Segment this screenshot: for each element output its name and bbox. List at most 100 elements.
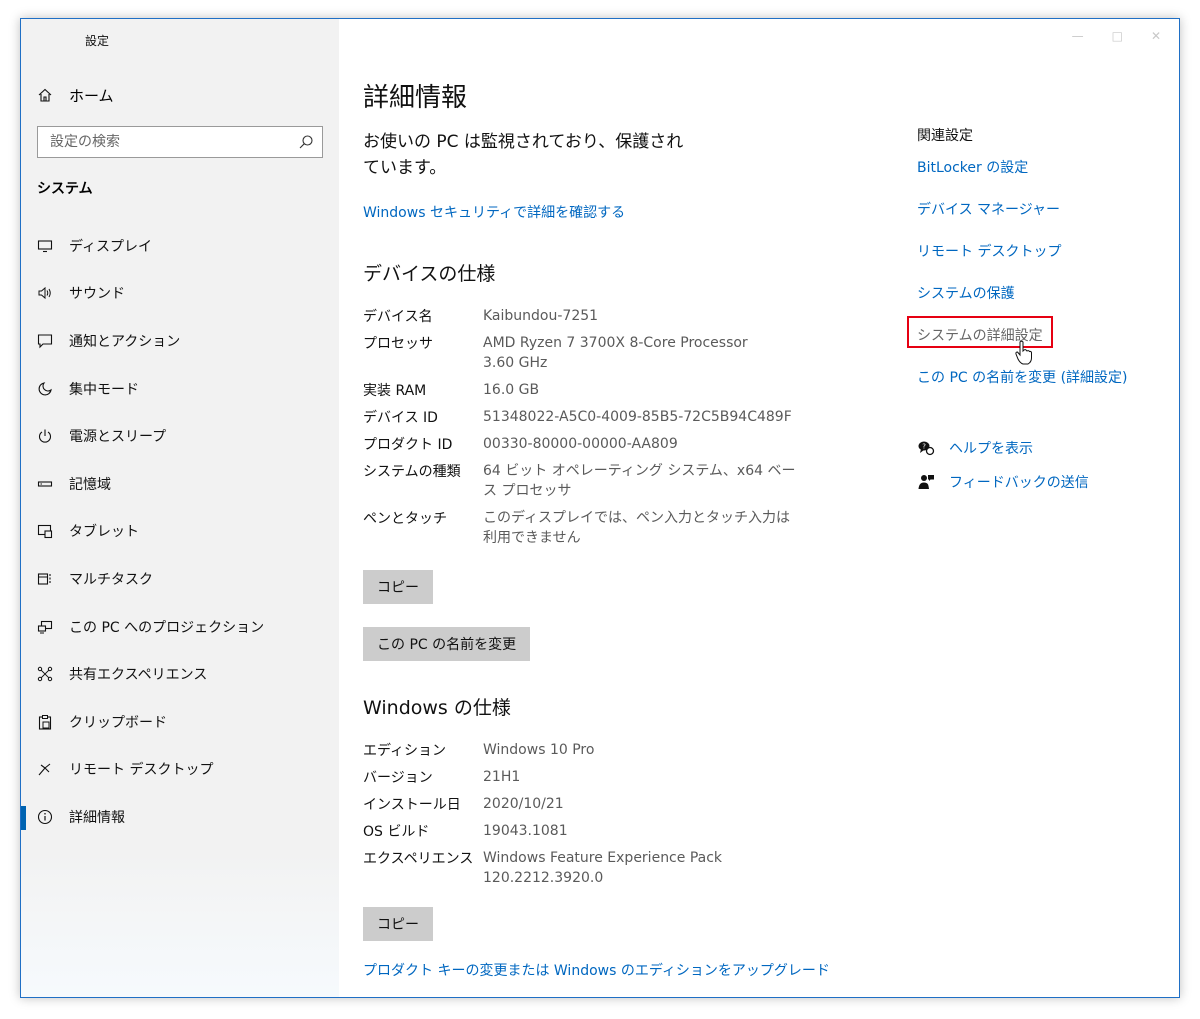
tablet-icon [37, 525, 53, 539]
windows-spec-table: エディション Windows 10 Pro バージョン 21H1 インストール日… [363, 740, 813, 895]
spec-value: 64 ビット オペレーティング システム、x64 ベース プロセッサ [483, 463, 796, 499]
close-icon[interactable]: ✕ [1151, 29, 1161, 43]
remote-icon [38, 763, 51, 776]
link-label[interactable]: リモート デスクトップ [917, 241, 1061, 261]
maximize-icon[interactable]: □ [1112, 29, 1123, 43]
spec-key: デバイス ID [363, 410, 438, 426]
sidebar-item-shared-experience[interactable]: 共有エクスペリエンス [21, 650, 339, 698]
device-spec-heading: デバイスの仕様 [363, 263, 496, 285]
minimize-icon[interactable]: — [1072, 29, 1084, 43]
spec-row: デバイス名 Kaibundou-7251 [363, 306, 813, 326]
sidebar-item-label: ディスプレイ [69, 238, 153, 255]
main-content: — □ ✕ 詳細情報 お使いの PC は監視されており、保護されています。 Wi… [339, 19, 1179, 997]
sidebar-item-sound[interactable]: サウンド [21, 270, 339, 318]
feedback-label[interactable]: フィードバックの送信 [949, 472, 1089, 492]
notification-icon [37, 334, 53, 349]
advanced-system-settings-link[interactable]: システムの詳細設定 [917, 325, 1157, 367]
sidebar-item-focus[interactable]: 集中モード [21, 365, 339, 413]
spec-key: インストール日 [363, 797, 461, 813]
feedback-link[interactable]: フィードバックの送信 [917, 465, 1157, 499]
security-details-link[interactable]: Windows セキュリティで詳細を確認する [363, 202, 625, 222]
home-label: ホーム [69, 86, 114, 105]
projection-icon [37, 620, 53, 634]
spec-key: エディション [363, 743, 447, 759]
sidebar-item-label: 電源とスリープ [69, 429, 167, 446]
sidebar-item-storage[interactable]: 記憶域 [21, 460, 339, 508]
sidebar-item-label: 詳細情報 [69, 809, 125, 826]
speaker-icon [38, 287, 51, 300]
protection-status: お使いの PC は監視されており、保護されています。 [363, 132, 684, 178]
link-label[interactable]: BitLocker の設定 [917, 157, 1028, 177]
clipboard-icon [38, 714, 52, 730]
sidebar-item-label: クリップボード [69, 714, 167, 731]
info-icon [37, 809, 53, 824]
rename-pc-advanced-link[interactable]: この PC の名前を変更 (詳細設定) [917, 367, 1157, 409]
settings-window: 設定 ホーム システム ディスプレイ サウンド [20, 18, 1180, 998]
sidebar-item-clipboard[interactable]: クリップボード [21, 698, 339, 746]
get-help-link[interactable]: ? ヘルプを表示 [917, 431, 1157, 465]
copy-windows-spec-button[interactable]: コピー [363, 907, 433, 941]
sidebar-item-remote-desktop[interactable]: リモート デスクトップ [21, 746, 339, 794]
spec-row: OS ビルド 19043.1081 [363, 821, 813, 841]
spec-row: プロセッサ AMD Ryzen 7 3700X 8-Core Processor… [363, 333, 813, 373]
home-icon [38, 88, 52, 102]
link-label[interactable]: デバイス マネージャー [917, 199, 1060, 219]
device-manager-link[interactable]: デバイス マネージャー [917, 199, 1157, 241]
spec-key: デバイス名 [363, 309, 433, 325]
sidebar-item-display[interactable]: ディスプレイ [21, 222, 339, 270]
spec-value: このディスプレイでは、ペン入力とタッチ入力は利用できません [483, 510, 791, 546]
spec-key: バージョン [363, 770, 433, 786]
bitlocker-link[interactable]: BitLocker の設定 [917, 157, 1157, 199]
sidebar-item-multitask[interactable]: マルチタスク [21, 555, 339, 603]
spec-row: ペンとタッチ このディスプレイでは、ペン入力とタッチ入力は利用できません [363, 508, 813, 548]
search-icon[interactable] [298, 134, 314, 150]
share-icon [37, 666, 53, 682]
search-box[interactable] [37, 126, 323, 158]
spec-row: デバイス ID 51348022-A5C0-4009-85B5-72C5B94C… [363, 407, 813, 427]
spec-key: ペンとタッチ [363, 511, 447, 527]
system-protection-link[interactable]: システムの保護 [917, 283, 1157, 325]
sidebar-item-tablet[interactable]: タブレット [21, 508, 339, 556]
section-heading: システム [37, 181, 93, 197]
remote-desktop-link[interactable]: リモート デスクトップ [917, 241, 1157, 283]
sidebar: 設定 ホーム システム ディスプレイ サウンド [21, 19, 339, 997]
power-icon [38, 429, 52, 443]
spec-row: バージョン 21H1 [363, 767, 813, 787]
search-input[interactable] [38, 127, 298, 157]
spec-row: エクスペリエンス Windows Feature Experience Pack… [363, 848, 813, 888]
spec-key: 実装 RAM [363, 383, 427, 399]
sidebar-item-label: 通知とアクション [69, 333, 181, 350]
sidebar-item-label: タブレット [69, 524, 139, 541]
feedback-icon [918, 475, 934, 489]
sidebar-item-label: 共有エクスペリエンス [69, 667, 208, 684]
page-title: 詳細情報 [363, 83, 468, 113]
spec-key: OS ビルド [363, 824, 430, 840]
link-label[interactable]: システムの保護 [917, 283, 1015, 303]
sidebar-item-about[interactable]: 詳細情報 [21, 793, 339, 841]
sidebar-item-label: 集中モード [69, 381, 139, 398]
spec-value: 00330-80000-00000-AA809 [483, 436, 678, 452]
copy-device-spec-button[interactable]: コピー [363, 570, 433, 604]
sidebar-item-power[interactable]: 電源とスリープ [21, 412, 339, 460]
spec-value: 16.0 GB [483, 382, 540, 398]
monitor-icon [37, 240, 53, 252]
spec-key: エクスペリエンス [363, 851, 474, 867]
home-nav[interactable]: ホーム [37, 85, 114, 105]
sidebar-item-label: リモート デスクトップ [69, 762, 214, 779]
get-help-label[interactable]: ヘルプを表示 [949, 438, 1033, 458]
help-chat-icon: ? [918, 441, 935, 456]
device-spec-table: デバイス名 Kaibundou-7251 プロセッサ AMD Ryzen 7 3… [363, 306, 813, 555]
spec-row: プロダクト ID 00330-80000-00000-AA809 [363, 434, 813, 454]
svg-text:?: ? [922, 443, 926, 451]
sidebar-item-notifications[interactable]: 通知とアクション [21, 317, 339, 365]
upgrade-edition-link[interactable]: プロダクト キーの変更または Windows のエディションをアップグレード [363, 960, 830, 980]
sidebar-item-label: サウンド [69, 286, 125, 303]
related-settings-heading: 関連設定 [917, 128, 973, 144]
link-label[interactable]: この PC の名前を変更 (詳細設定) [917, 367, 1128, 387]
rename-pc-button[interactable]: この PC の名前を変更 [363, 627, 531, 661]
spec-key: プロダクト ID [363, 437, 453, 453]
spec-key: プロセッサ [363, 336, 433, 352]
sidebar-item-projection[interactable]: この PC へのプロジェクション [21, 603, 339, 651]
window-controls: — □ ✕ [1072, 29, 1161, 43]
storage-icon [37, 481, 53, 487]
